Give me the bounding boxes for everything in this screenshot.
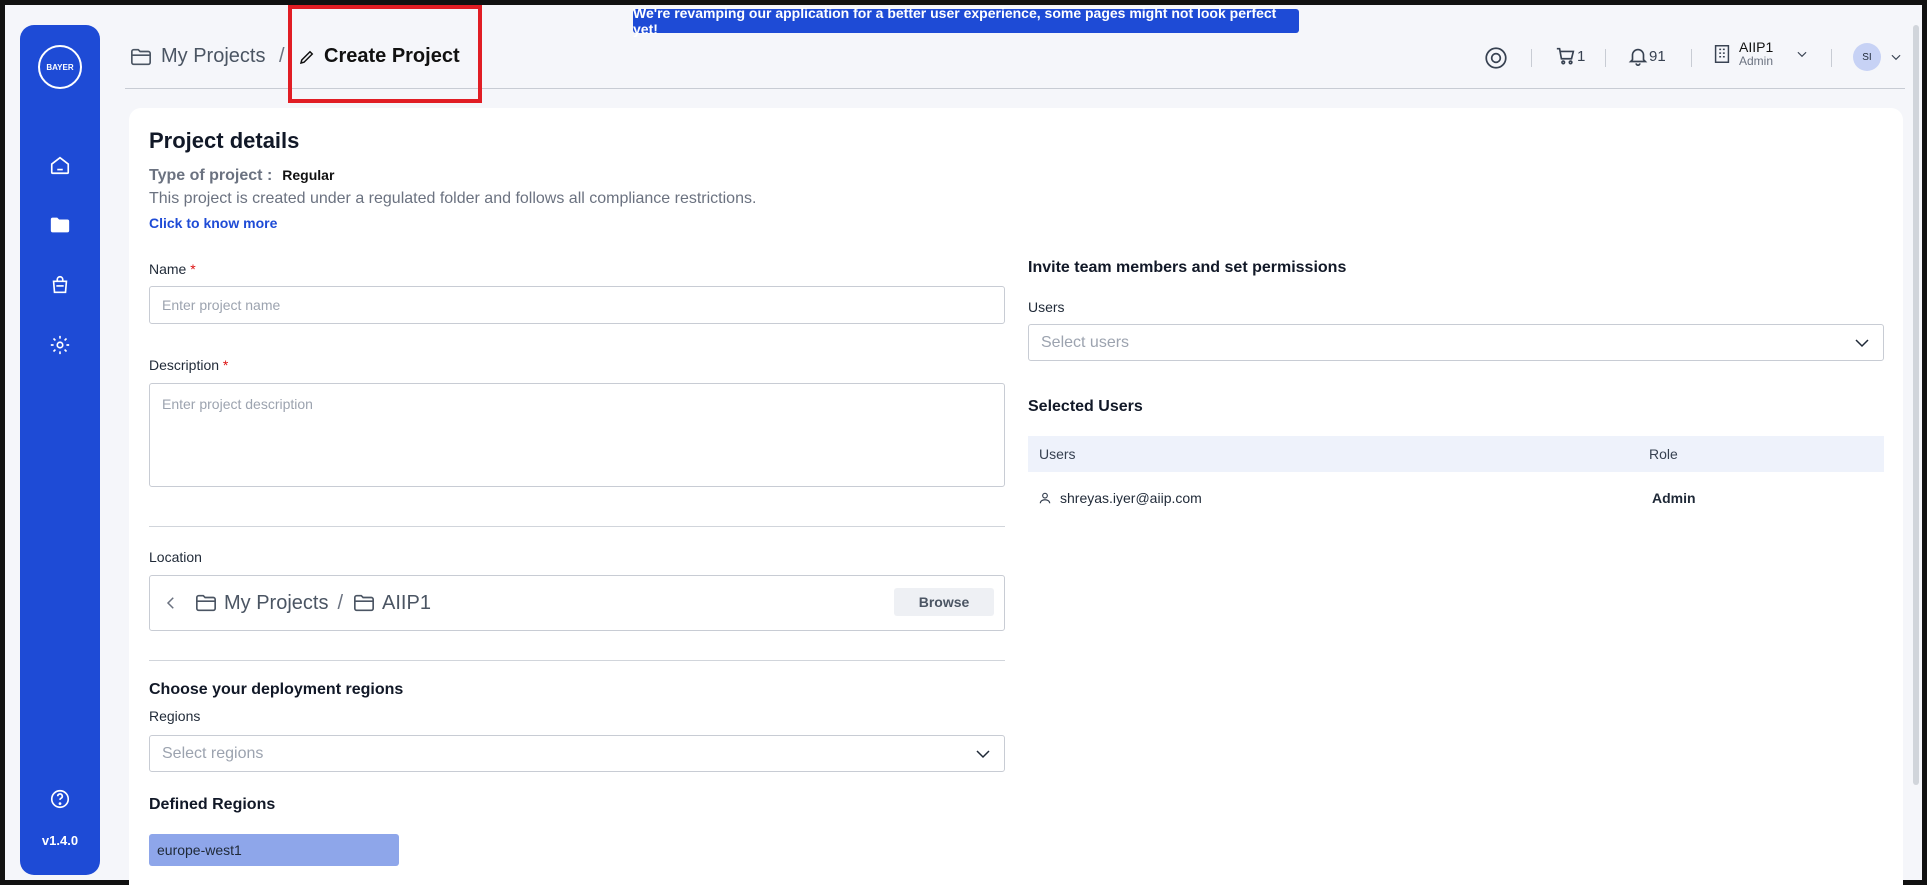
help-icon[interactable] xyxy=(46,785,74,813)
folder-icon[interactable] xyxy=(46,211,74,239)
app-version: v1.4.0 xyxy=(41,833,79,848)
breadcrumb-separator: / xyxy=(279,45,285,67)
user-role[interactable]: Admin xyxy=(1652,490,1696,506)
folder-icon xyxy=(354,594,375,612)
home-icon[interactable] xyxy=(46,151,74,179)
table-row: shreyas.iyer@aiip.com Admin xyxy=(1028,478,1884,518)
header-divider xyxy=(1605,49,1606,67)
header-divider xyxy=(1691,49,1692,67)
org-role: Admin xyxy=(1739,54,1774,69)
project-name-input[interactable]: Enter project name xyxy=(149,286,1005,324)
column-role: Role xyxy=(1649,446,1678,462)
page-title: Project details xyxy=(149,128,300,153)
chevron-down-icon xyxy=(1797,52,1807,58)
page-scrollbar[interactable] xyxy=(1913,25,1919,785)
user-icon xyxy=(1039,492,1051,504)
bell-icon xyxy=(1628,48,1648,66)
cart-icon xyxy=(1556,47,1575,65)
region-chip[interactable]: europe-west1 xyxy=(149,834,399,866)
bayer-logo[interactable]: BAYER xyxy=(38,45,82,89)
chevron-down-icon xyxy=(1891,54,1901,61)
breadcrumb-label: My Projects xyxy=(161,45,266,67)
header-divider xyxy=(1831,49,1832,67)
description-label: Description * xyxy=(149,357,229,373)
chevron-left-icon[interactable] xyxy=(162,594,180,612)
users-label: Users xyxy=(1028,299,1065,315)
folder-icon xyxy=(196,594,216,612)
avatar: SI xyxy=(1853,43,1881,71)
project-details-card: Project details Type of project : Regula… xyxy=(129,108,1903,885)
column-users: Users xyxy=(1039,446,1076,462)
cart-button[interactable]: 1 xyxy=(1555,45,1585,67)
regions-placeholder: Select regions xyxy=(162,744,264,762)
compliance-note: This project is created under a regulate… xyxy=(149,190,757,207)
building-icon xyxy=(1714,45,1730,64)
browse-button[interactable]: Browse xyxy=(894,588,994,616)
name-label: Name * xyxy=(149,261,196,277)
cart-count: 1 xyxy=(1577,47,1586,65)
chevron-down-icon xyxy=(1855,338,1869,347)
support-icon[interactable] xyxy=(1483,45,1509,71)
regions-section-title: Choose your deployment regions xyxy=(149,681,404,698)
notifications-count: 91 xyxy=(1649,47,1666,65)
defined-regions-title: Defined Regions xyxy=(149,796,276,813)
location-picker: My Projects / AIIP1 Browse xyxy=(149,575,1005,631)
highlight-box xyxy=(288,5,482,103)
notifications-button[interactable]: 91 xyxy=(1627,45,1666,67)
divider xyxy=(149,526,1005,527)
bag-icon[interactable] xyxy=(46,271,74,299)
users-table-header: Users Role xyxy=(1028,436,1884,472)
org-switcher[interactable]: AIIP1 Admin xyxy=(1711,39,1809,69)
team-section-title: Invite team members and set permissions xyxy=(1028,259,1347,276)
location-label: Location xyxy=(149,549,202,565)
users-select[interactable]: Select users xyxy=(1028,324,1884,361)
divider xyxy=(149,660,1005,661)
selected-users-title: Selected Users xyxy=(1028,398,1143,415)
user-email: shreyas.iyer@aiip.com xyxy=(1060,490,1202,506)
header-divider xyxy=(1531,49,1532,67)
sidebar: BAYER v1.4.0 xyxy=(20,25,100,875)
project-type-label: Type of project : xyxy=(149,167,273,184)
regions-label: Regions xyxy=(149,708,201,724)
regions-select[interactable]: Select regions xyxy=(149,735,1005,772)
project-description-input[interactable]: Enter project description xyxy=(149,383,1005,487)
location-segment[interactable]: AIIP1 xyxy=(382,592,431,615)
location-segment[interactable]: My Projects xyxy=(224,592,328,615)
project-type-value: Regular xyxy=(282,167,335,183)
org-name: AIIP1 xyxy=(1739,39,1774,55)
breadcrumb-my-projects[interactable]: My Projects xyxy=(129,45,265,68)
know-more-link[interactable]: Click to know more xyxy=(149,215,277,231)
folder-icon xyxy=(131,48,151,65)
users-placeholder: Select users xyxy=(1041,333,1130,351)
location-separator: / xyxy=(337,591,344,614)
chevron-down-icon xyxy=(976,749,990,758)
gear-icon[interactable] xyxy=(46,331,74,359)
user-menu[interactable]: SI xyxy=(1853,43,1903,71)
